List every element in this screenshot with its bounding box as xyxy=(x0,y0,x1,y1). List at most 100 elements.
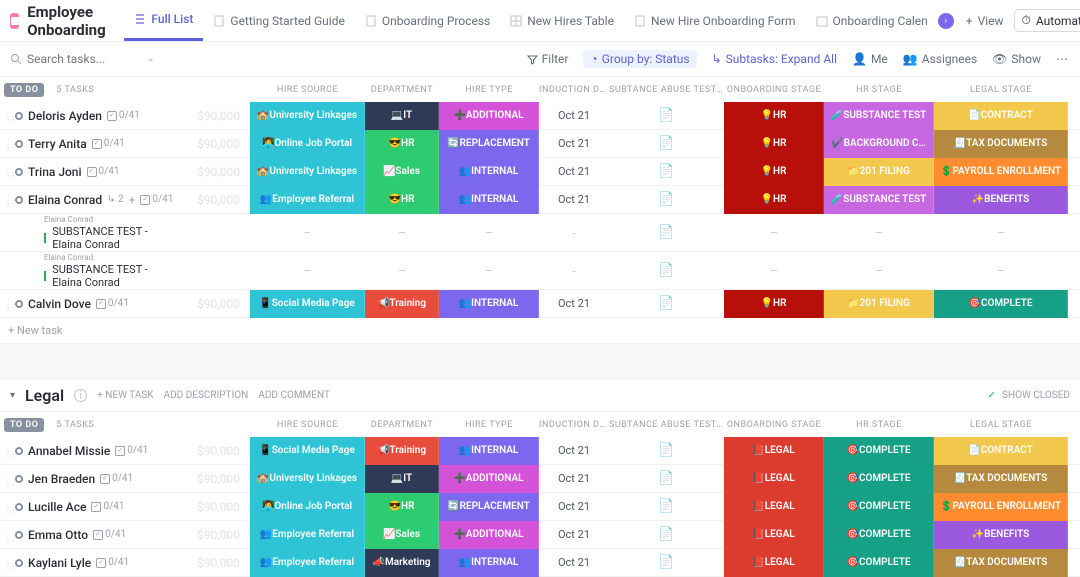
doc-cell[interactable]: 📄 xyxy=(609,471,724,486)
status-dot-icon[interactable] xyxy=(15,196,23,204)
tab-full-list[interactable]: Full List xyxy=(124,0,203,41)
tag-cell[interactable]: 📢Training xyxy=(365,290,439,318)
more-menu[interactable]: ⋯ xyxy=(1056,52,1070,66)
section-new-task[interactable]: + NEW TASK xyxy=(97,390,153,401)
group-by-button[interactable]: ◔ Group by: Status xyxy=(583,50,696,68)
tag-cell[interactable]: 📈Sales xyxy=(365,521,439,549)
drag-handle-icon[interactable] xyxy=(4,167,10,177)
doc-cell[interactable]: 📄 xyxy=(609,108,724,123)
tag-cell[interactable]: 🎯COMPLETE xyxy=(824,493,934,521)
task-name-cell[interactable]: Elaina Conrad ↳ 2+ 0/41 xyxy=(0,193,176,207)
induction-date[interactable]: Oct 21 xyxy=(539,500,609,513)
tag-cell[interactable]: 👥Employee Referral xyxy=(250,521,365,549)
tag-cell[interactable]: 😎HR xyxy=(365,130,439,158)
tag-cell[interactable]: 🧾TAX DOCUMENTS xyxy=(934,465,1068,493)
search-input[interactable] xyxy=(27,52,142,66)
tag-cell[interactable]: 📄CONTRACT xyxy=(934,437,1068,465)
tag-cell[interactable]: ➕ADDITIONAL xyxy=(439,102,539,130)
subtask-name-cell[interactable]: Elaina Conrad SUBSTANCE TEST - Elaina Co… xyxy=(0,215,176,251)
table-row[interactable]: Trina Joni 0/41 $90,000 🏫University Link… xyxy=(0,158,1080,186)
col-hire-source[interactable]: HIRE SOURCE xyxy=(250,85,365,95)
drag-handle-icon[interactable] xyxy=(4,139,10,149)
tag-cell[interactable]: 🎯COMPLETE xyxy=(934,290,1068,318)
tag-cell[interactable]: ✨BENEFITS xyxy=(934,521,1068,549)
drag-handle-icon[interactable] xyxy=(4,195,10,205)
status-dot-icon[interactable] xyxy=(15,503,23,511)
tag-cell[interactable]: 🏫University Linkages xyxy=(250,102,365,130)
task-name-cell[interactable]: Trina Joni 0/41 xyxy=(0,165,176,179)
task-name-cell[interactable]: Jen Braeden 0/41 xyxy=(0,472,176,486)
tag-cell[interactable]: 📕LEGAL xyxy=(724,521,824,549)
induction-date[interactable]: Oct 21 xyxy=(539,165,609,178)
tag-cell[interactable]: 💻IT xyxy=(365,465,439,493)
task-name-cell[interactable]: Terry Anita 0/41 xyxy=(0,137,176,151)
tag-cell[interactable]: 🏫University Linkages xyxy=(250,158,365,186)
status-dot-icon[interactable] xyxy=(15,559,23,567)
doc-cell[interactable]: 📄 xyxy=(609,443,724,458)
status-dot-icon[interactable] xyxy=(15,112,23,120)
drag-handle-icon[interactable] xyxy=(4,111,10,121)
me-button[interactable]: 👤 Me xyxy=(852,52,888,66)
col-substance-test[interactable]: SUBTANCE ABUSE TEST RESU… xyxy=(609,85,724,95)
automate-button[interactable]: ⏱ Automate ⌄ xyxy=(1014,9,1080,32)
tag-cell[interactable]: 🧾TAX DOCUMENTS xyxy=(934,130,1068,158)
search-box[interactable]: ⌄ xyxy=(10,52,155,66)
drag-handle-icon[interactable] xyxy=(4,502,10,512)
tag-cell[interactable]: 📕LEGAL xyxy=(724,465,824,493)
task-name-cell[interactable]: Calvin Dove 0/41 xyxy=(0,297,176,311)
tab-onboarding-calendar[interactable]: Onboarding Calen xyxy=(806,0,938,41)
doc-cell[interactable]: 📄 xyxy=(609,225,724,240)
tag-cell[interactable]: 👩‍💻Online Job Portal xyxy=(250,130,365,158)
subtask-name-cell[interactable]: Elaina Conrad SUBSTANCE TEST - Elaina Co… xyxy=(0,253,176,289)
col-department[interactable]: DEPARTMENT xyxy=(365,85,439,95)
tag-cell[interactable]: 📢Training xyxy=(365,437,439,465)
doc-cell[interactable]: 📄 xyxy=(609,136,724,151)
task-name-cell[interactable]: Deloris Ayden 0/41 xyxy=(0,109,176,123)
subtask-row[interactable]: Elaina Conrad SUBSTANCE TEST - Elaina Co… xyxy=(0,214,1080,252)
tag-cell[interactable]: 🔄REPLACEMENT xyxy=(439,130,539,158)
tag-cell[interactable]: 🧪SUBSTANCE TEST xyxy=(824,102,934,130)
tag-cell[interactable]: 👥INTERNAL xyxy=(439,437,539,465)
task-name-cell[interactable]: Emma Otto 0/41 xyxy=(0,528,176,542)
drag-handle-icon[interactable] xyxy=(4,558,10,568)
tag-cell[interactable]: 💡HR xyxy=(724,186,824,214)
task-name-cell[interactable]: Annabel Missie 0/41 xyxy=(0,444,176,458)
tag-cell[interactable]: ✔️BACKGROUND C… xyxy=(824,130,934,158)
doc-cell[interactable]: 📄 xyxy=(609,263,724,278)
tag-cell[interactable]: 🎯COMPLETE xyxy=(824,549,934,577)
tag-cell[interactable]: 😎HR xyxy=(365,186,439,214)
doc-cell[interactable]: 📄 xyxy=(609,527,724,542)
tab-new-hire-form[interactable]: New Hire Onboarding Form xyxy=(624,0,806,41)
tag-cell[interactable]: ➕ADDITIONAL xyxy=(439,465,539,493)
status-dot-icon[interactable] xyxy=(15,475,23,483)
section-add-comment[interactable]: ADD COMMENT xyxy=(258,390,330,401)
status-dot-icon[interactable] xyxy=(15,531,23,539)
chevron-down-icon[interactable]: ▾ xyxy=(10,390,15,401)
tab-scroll-right[interactable]: › xyxy=(938,13,954,29)
assignees-button[interactable]: 👥 Assignees xyxy=(903,52,977,66)
col-onboarding-stage[interactable]: ONBOARDING STAGE xyxy=(724,85,824,95)
tag-cell[interactable]: 👥INTERNAL xyxy=(439,186,539,214)
table-row[interactable]: Deloris Ayden 0/41 $90,000 🏫University L… xyxy=(0,102,1080,130)
col-hire-type[interactable]: HIRE TYPE xyxy=(439,85,539,95)
tag-cell[interactable]: 📕LEGAL xyxy=(724,549,824,577)
tag-cell[interactable]: 📕LEGAL xyxy=(724,493,824,521)
status-dot-icon[interactable] xyxy=(15,140,23,148)
tag-cell[interactable]: 📈Sales xyxy=(365,158,439,186)
tag-cell[interactable]: 👥INTERNAL xyxy=(439,290,539,318)
induction-date[interactable]: Oct 21 xyxy=(539,472,609,485)
tag-cell[interactable]: 🧾TAX DOCUMENTS xyxy=(934,549,1068,577)
filter-button[interactable]: Filter xyxy=(527,52,569,66)
doc-cell[interactable]: 📄 xyxy=(609,296,724,311)
induction-date[interactable]: Oct 21 xyxy=(539,528,609,541)
induction-date[interactable]: Oct 21 xyxy=(539,444,609,457)
chevron-down-icon[interactable]: ⌄ xyxy=(147,54,155,64)
tag-cell[interactable]: 👩‍💻Online Job Portal xyxy=(250,493,365,521)
tag-cell[interactable]: 📁201 FILING xyxy=(824,290,934,318)
tag-cell[interactable]: ➕ADDITIONAL xyxy=(439,521,539,549)
tag-cell[interactable]: 📕LEGAL xyxy=(724,437,824,465)
status-dot-icon[interactable] xyxy=(15,168,23,176)
status-dot-icon[interactable] xyxy=(15,447,23,455)
tag-cell[interactable]: 💻IT xyxy=(365,102,439,130)
tag-cell[interactable]: 📱Social Media Page xyxy=(250,290,365,318)
